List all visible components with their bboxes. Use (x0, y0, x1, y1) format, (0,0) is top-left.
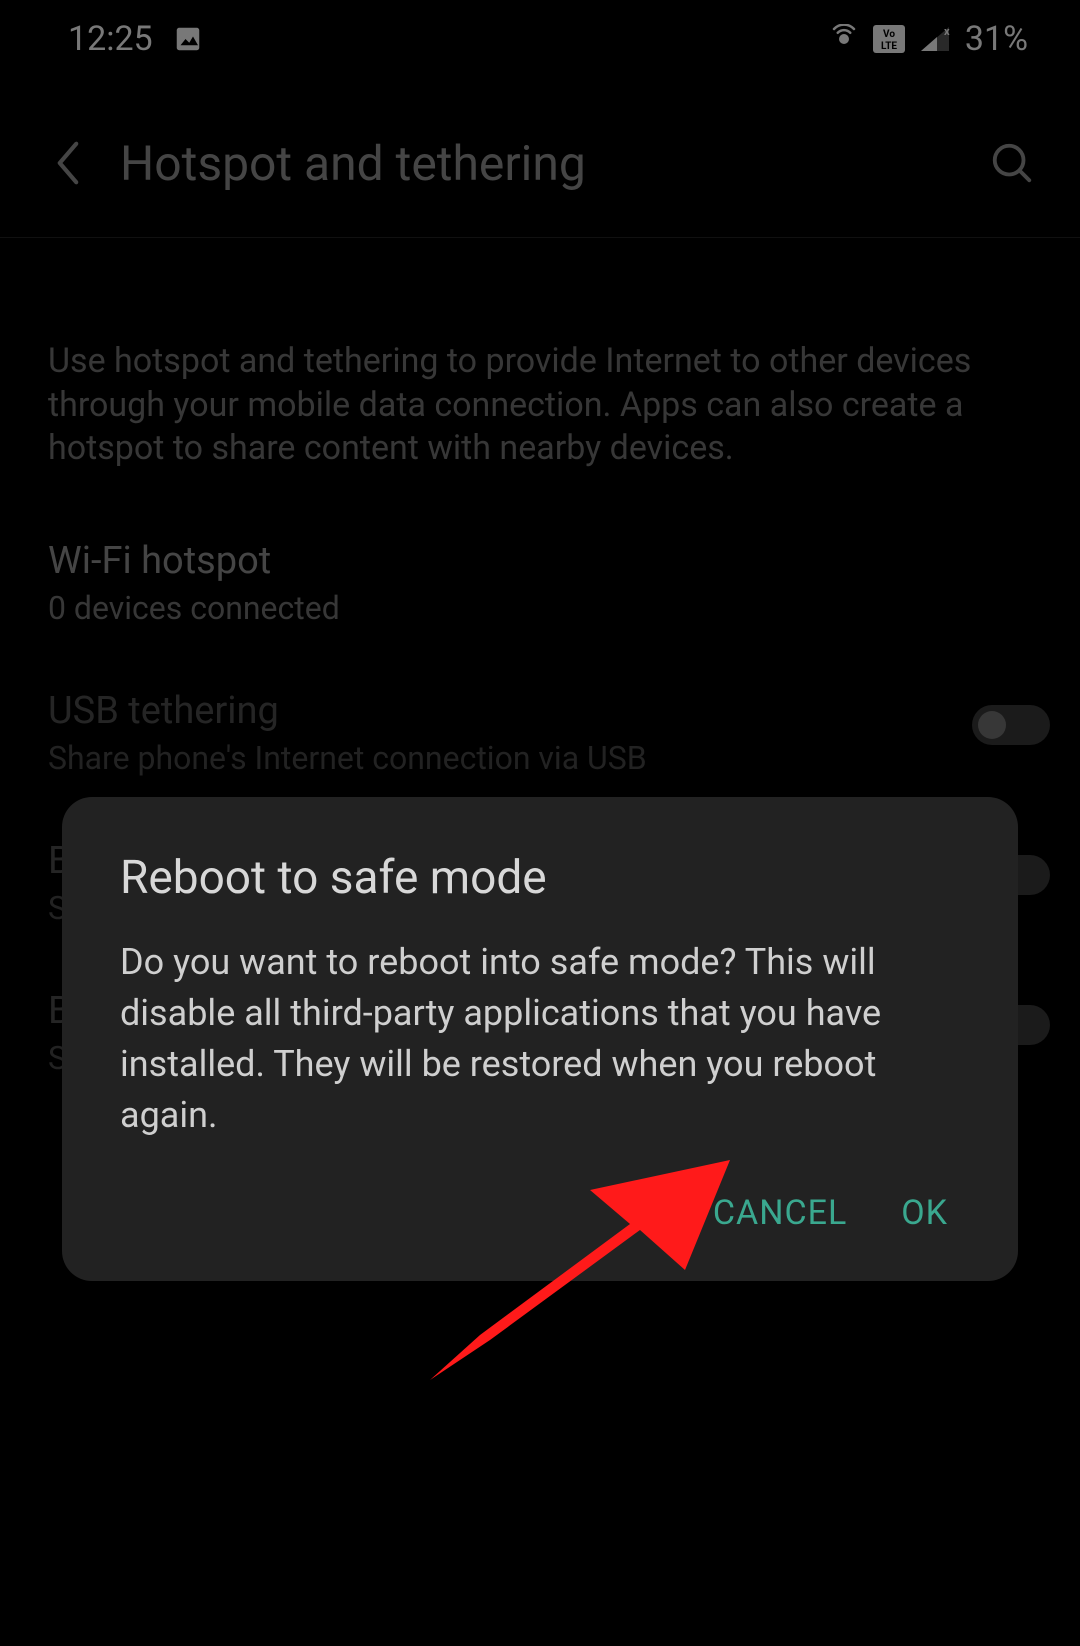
dialog-actions: CANCEL OK (120, 1193, 960, 1233)
reboot-safe-mode-dialog: Reboot to safe mode Do you want to reboo… (62, 797, 1018, 1281)
dialog-message: Do you want to reboot into safe mode? Th… (120, 937, 960, 1141)
cancel-button[interactable]: CANCEL (713, 1193, 847, 1233)
ok-button[interactable]: OK (901, 1193, 948, 1233)
dialog-title: Reboot to safe mode (120, 851, 960, 905)
